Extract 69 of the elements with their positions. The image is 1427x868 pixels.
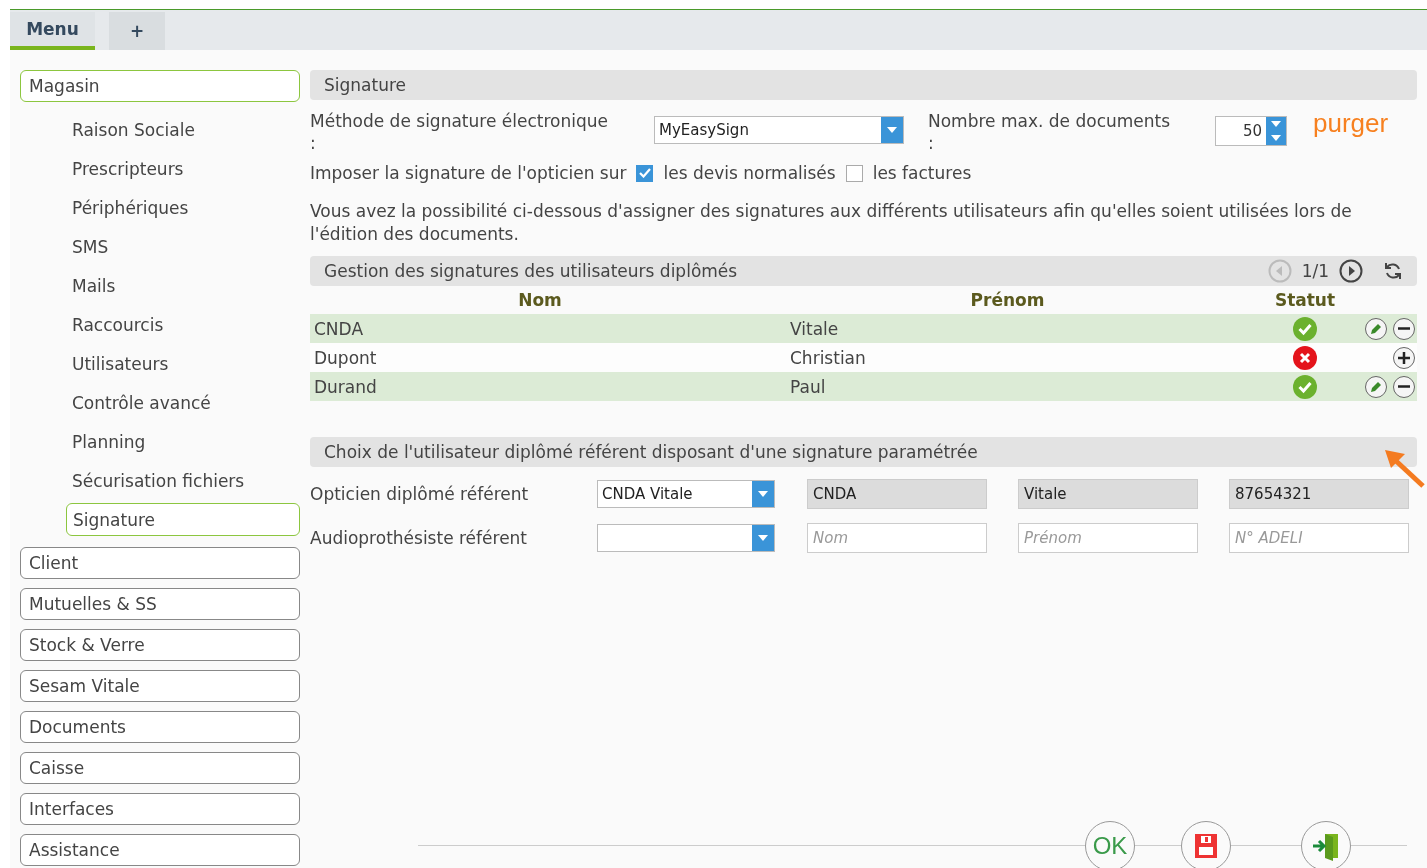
column-header: Nom (517, 290, 563, 310)
edit-button[interactable] (1365, 317, 1387, 340)
sidebar-subitem[interactable]: Mails (66, 269, 300, 302)
sidebar-item[interactable]: Documents (20, 711, 300, 743)
next-icon[interactable] (1339, 259, 1363, 283)
table-cell-text: Durand (313, 376, 378, 397)
table-title: Gestion des signatures des utilisateurs diplômés (324, 261, 738, 281)
minus-icon (1398, 385, 1410, 388)
sidebar-subitem[interactable]: SMS (66, 230, 300, 263)
input-field[interactable]: N° ADELI (1229, 523, 1409, 553)
edit-button[interactable] (1365, 375, 1387, 398)
sidebar-subitem[interactable]: Prescripteurs (66, 152, 300, 185)
sidebar-subitem[interactable]: Sécurisation fichiers (66, 464, 300, 497)
field-label: Opticien diplômé référent (310, 484, 529, 504)
sidebar-subitem[interactable]: Périphériques (66, 191, 300, 224)
tab[interactable]: Menu (10, 12, 95, 50)
remove-button[interactable] (1393, 375, 1415, 398)
caret-icon (758, 535, 768, 541)
column-header: Prénom (969, 290, 1046, 310)
user-select[interactable] (597, 524, 775, 552)
sidebar-item[interactable]: Mutuelles & SS (20, 588, 300, 620)
save-button[interactable] (1181, 821, 1231, 868)
door-exit-icon (1311, 831, 1341, 861)
sidebar-subitem[interactable]: Raccourcis (66, 308, 300, 341)
sidebar-subitem[interactable]: Raison Sociale (66, 113, 300, 146)
sidebar-item[interactable]: Assistance (20, 834, 300, 866)
table-cell-text: CNDA (313, 318, 364, 339)
max-docs-label: Nombre max. de documents : (928, 111, 1171, 153)
sidebar-item[interactable]: Interfaces (20, 793, 300, 825)
info-text: Vous avez la possibilité ci-dessous d'assigner des signatures aux différents utilisateurs afin qu'elles soient utilisées lors de l'édition des documents. (310, 200, 1353, 246)
sidebar-subitem[interactable]: Signature (66, 503, 300, 536)
sidebar-item[interactable]: Sesam Vitale (20, 670, 300, 702)
sidebar-item[interactable]: Client (20, 547, 300, 579)
section-title: Choix de l'utilisateur diplômé référent disposant d'une signature paramétrée (324, 442, 978, 462)
sidebar-item[interactable]: Stock & Verre (20, 629, 300, 661)
sidebar-subitem[interactable]: Contrôle avancé (66, 386, 300, 419)
sidebar-item[interactable]: Caisse (20, 752, 300, 784)
checkbox-label: les factures (872, 162, 972, 184)
add-button[interactable] (1393, 346, 1415, 369)
pencil-icon (1369, 321, 1383, 336)
sidebar-subitem[interactable]: Planning (66, 425, 300, 458)
refresh-icon[interactable] (1383, 261, 1403, 281)
pager-text: 1/1 (1301, 260, 1329, 282)
pencil-icon (1369, 379, 1383, 394)
input-field[interactable]: Prénom (1018, 523, 1198, 553)
caret-icon (887, 127, 897, 133)
sidebar-item[interactable]: Magasin (20, 70, 300, 102)
impose-label: Imposer la signature de l'opticien sur (310, 162, 627, 184)
max-docs-spinner[interactable]: 50 (1215, 116, 1287, 146)
exit-button[interactable] (1301, 821, 1351, 868)
caret-icon (758, 491, 768, 497)
table-cell-text: Christian (789, 347, 867, 368)
remove-button[interactable] (1393, 317, 1415, 340)
plus-icon (1397, 350, 1411, 365)
method-select[interactable]: MyEasySign (654, 116, 904, 144)
table-cell-text: Dupont (313, 347, 378, 368)
table-cell-text: Paul (789, 376, 827, 397)
checkbox[interactable] (845, 164, 863, 182)
section-title: Signature (324, 75, 406, 95)
checkbox-label: les devis normalisés (663, 162, 836, 184)
table-cell-text: Vitale (789, 318, 840, 339)
minus-icon (1398, 327, 1410, 330)
input-field[interactable]: Nom (807, 523, 987, 553)
method-label: Méthode de signature électronique : (310, 111, 608, 153)
checkbox[interactable] (636, 164, 654, 182)
column-header: Statut (1273, 290, 1337, 310)
sidebar-subitem[interactable]: Utilisateurs (66, 347, 300, 380)
field-label: Audioprothésiste référent (310, 528, 528, 548)
tab[interactable]: + (109, 12, 165, 50)
